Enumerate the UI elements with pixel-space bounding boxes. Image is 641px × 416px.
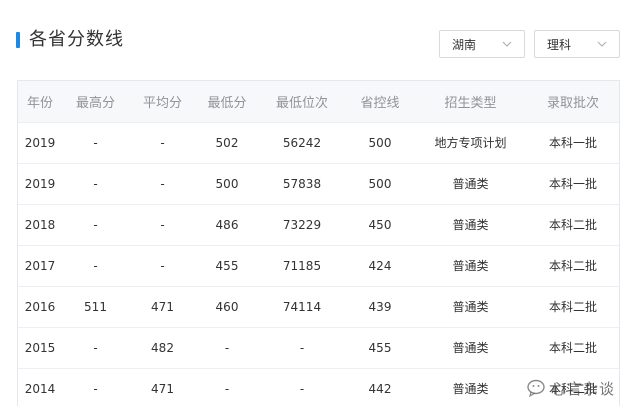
cell-avg-score: - xyxy=(129,204,196,246)
column-header-control-line: 省控线 xyxy=(346,81,414,123)
section-header: 各省分数线 湖南 理科 xyxy=(0,0,641,80)
cell-year: 2018 xyxy=(18,204,62,246)
cell-avg-score: - xyxy=(129,245,196,287)
title-accent-bar xyxy=(16,32,20,48)
cell-max-score: - xyxy=(62,163,129,205)
watermark: 心言杂谈 xyxy=(527,374,641,404)
cell-year: 2019 xyxy=(18,122,62,164)
cell-avg-score: 471 xyxy=(129,368,196,406)
cell-batch: 本科一批 xyxy=(527,163,619,205)
subject-select-value: 理科 xyxy=(547,38,572,52)
cell-avg-score: - xyxy=(129,122,196,164)
chevron-down-icon xyxy=(597,41,607,47)
score-page: 各省分数线 湖南 理科 年份 最高分 平均分 最低分 最低位次 省控线 招生类型… xyxy=(0,0,641,416)
table-body: 2019- -502 56242 500 地方专项计划 本科一批 2019- -500 5783… xyxy=(18,122,619,406)
cell-avg-score: 482 xyxy=(129,327,196,369)
cell-batch: 本科二批 xyxy=(527,327,619,369)
table-row: 2015-482- -455 普通类 本科二批 xyxy=(18,327,619,369)
table-row: 2019- -500 57838 500 普通类 本科一批 xyxy=(18,163,619,205)
subject-select[interactable]: 理科 xyxy=(534,30,620,58)
table-row: 2017- -455 71185 424 普通类 本科二批 xyxy=(18,245,619,287)
cell-min-score: 500 xyxy=(196,163,258,205)
cell-admission-type: 普通类 xyxy=(414,368,527,406)
cell-min-score: - xyxy=(196,368,258,406)
cell-min-rank: 73229 xyxy=(258,204,346,246)
column-header-max-score: 最高分 xyxy=(62,81,129,123)
cell-year: 2014 xyxy=(18,368,62,406)
cell-control-line: 455 xyxy=(346,327,414,369)
cell-min-rank: 74114 xyxy=(258,286,346,328)
cell-min-score: 460 xyxy=(196,286,258,328)
cell-avg-score: - xyxy=(129,163,196,205)
cell-batch: 本科二批 xyxy=(527,245,619,287)
cell-admission-type: 普通类 xyxy=(414,245,527,287)
cell-batch: 本科一批 xyxy=(527,122,619,164)
score-table-container: 年份 最高分 平均分 最低分 最低位次 省控线 招生类型 录取批次 2019- -… xyxy=(17,80,620,406)
cell-min-score: 455 xyxy=(196,245,258,287)
cell-min-rank: 56242 xyxy=(258,122,346,164)
cell-year: 2017 xyxy=(18,245,62,287)
cell-avg-score: 471 xyxy=(129,286,196,328)
cell-min-score: 502 xyxy=(196,122,258,164)
wechat-bubble-icon xyxy=(527,379,545,398)
cell-admission-type: 普通类 xyxy=(414,286,527,328)
column-header-avg-score: 平均分 xyxy=(129,81,196,123)
cell-admission-type: 普通类 xyxy=(414,163,527,205)
province-select-value: 湖南 xyxy=(452,38,477,52)
cell-year: 2016 xyxy=(18,286,62,328)
cell-max-score: - xyxy=(62,122,129,164)
watermark-text: 心言杂谈 xyxy=(551,380,616,398)
column-header-min-score: 最低分 xyxy=(196,81,258,123)
cell-batch: 本科二批 xyxy=(527,286,619,328)
cell-admission-type: 地方专项计划 xyxy=(414,122,527,164)
chevron-down-icon xyxy=(502,41,512,47)
cell-max-score: - xyxy=(62,204,129,246)
cell-min-rank: - xyxy=(258,327,346,369)
column-header-batch: 录取批次 xyxy=(527,81,619,123)
table-row: 2016 511 471 460 74114 439 普通类 本科二批 xyxy=(18,286,619,328)
cell-min-rank: 71185 xyxy=(258,245,346,287)
column-header-year: 年份 xyxy=(18,81,62,123)
score-table: 年份 最高分 平均分 最低分 最低位次 省控线 招生类型 录取批次 2019- -… xyxy=(18,81,619,406)
cell-year: 2015 xyxy=(18,327,62,369)
cell-min-rank: - xyxy=(258,368,346,406)
cell-control-line: 450 xyxy=(346,204,414,246)
column-header-min-rank: 最低位次 xyxy=(258,81,346,123)
cell-max-score: - xyxy=(62,368,129,406)
cell-admission-type: 普通类 xyxy=(414,204,527,246)
cell-max-score: 511 xyxy=(62,286,129,328)
cell-control-line: 500 xyxy=(346,122,414,164)
cell-year: 2019 xyxy=(18,163,62,205)
table-row: 2019- -502 56242 500 地方专项计划 本科一批 xyxy=(18,122,619,164)
cell-control-line: 442 xyxy=(346,368,414,406)
cell-min-score: - xyxy=(196,327,258,369)
cell-min-rank: 57838 xyxy=(258,163,346,205)
cell-min-score: 486 xyxy=(196,204,258,246)
cell-control-line: 439 xyxy=(346,286,414,328)
table-header-row: 年份 最高分 平均分 最低分 最低位次 省控线 招生类型 录取批次 xyxy=(18,81,619,123)
cell-admission-type: 普通类 xyxy=(414,327,527,369)
cell-control-line: 424 xyxy=(346,245,414,287)
cell-max-score: - xyxy=(62,245,129,287)
column-header-admission-type: 招生类型 xyxy=(414,81,527,123)
cell-control-line: 500 xyxy=(346,163,414,205)
table-row: 2018- -486 73229 450 普通类 本科二批 xyxy=(18,204,619,246)
cell-batch: 本科二批 xyxy=(527,204,619,246)
province-select[interactable]: 湖南 xyxy=(439,30,525,58)
section-title: 各省分数线 xyxy=(29,29,124,50)
cell-max-score: - xyxy=(62,327,129,369)
